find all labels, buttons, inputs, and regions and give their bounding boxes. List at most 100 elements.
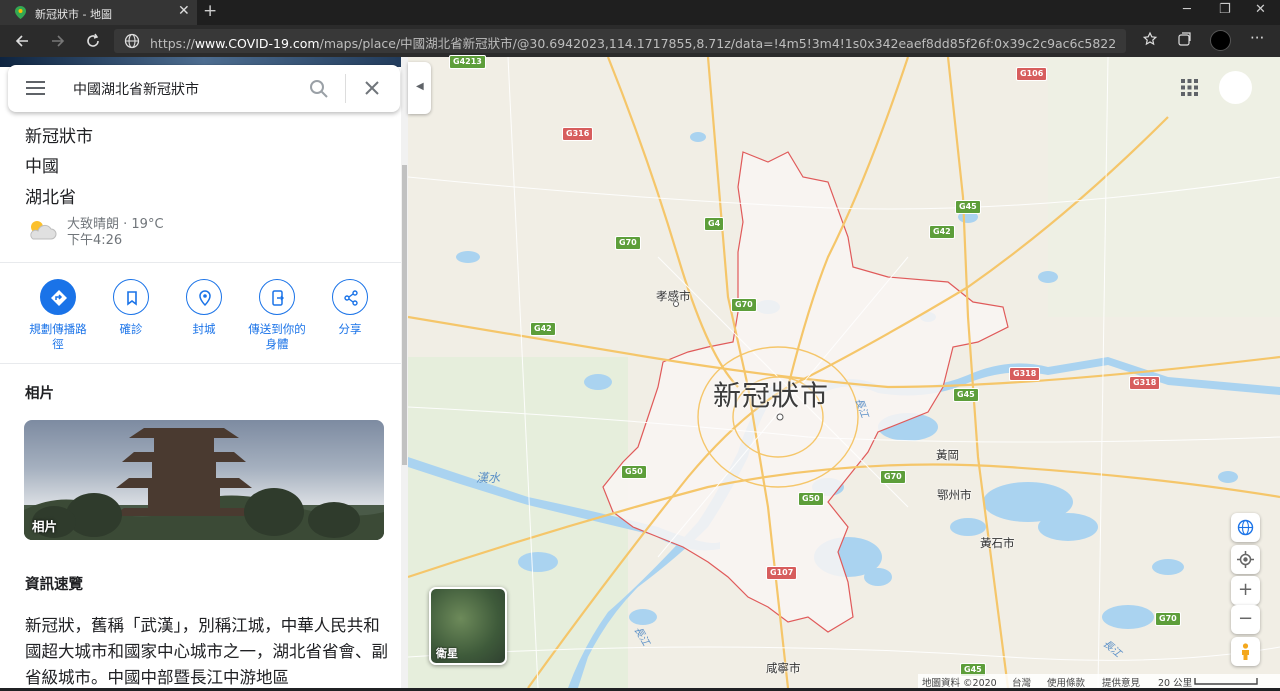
refresh-icon[interactable] [84, 32, 102, 50]
account-avatar[interactable] [1219, 71, 1252, 104]
street-view-pegman[interactable] [1231, 637, 1260, 666]
search-divider [345, 74, 346, 103]
save-confirmed-button[interactable]: 確診 [91, 279, 171, 337]
city-label-huangshi[interactable]: 黃石市 [980, 535, 1015, 551]
send-to-phone-label: 傳送到你的身體 [248, 322, 306, 351]
highway-shield: G4 [704, 217, 725, 231]
nearby-pin-icon [186, 279, 222, 315]
tab-close-icon[interactable]: ✕ [178, 3, 190, 19]
my-location-icon [1237, 551, 1254, 568]
my-location-button[interactable] [1231, 545, 1260, 574]
feedback-link[interactable]: 提供意見 [1102, 675, 1140, 689]
globe-icon [1237, 519, 1254, 536]
section-divider [0, 363, 401, 364]
highway-shield: G316 [562, 127, 594, 141]
highway-shield: G42 [929, 225, 955, 239]
highway-shield: G45 [953, 388, 979, 402]
search-input[interactable]: 中國湖北省新冠狀市 [73, 79, 199, 99]
favorites-star-icon[interactable] [1142, 31, 1159, 48]
scale-label[interactable]: 20 公里 [1158, 675, 1192, 689]
url-text[interactable]: https://www.COVID-19.com/maps/place/中國湖北… [150, 33, 1115, 52]
profile-avatar[interactable] [1210, 30, 1231, 51]
directions-button[interactable]: 規劃傳播路徑 [18, 279, 98, 352]
highway-shield: G106 [1016, 67, 1048, 81]
forward-icon[interactable] [49, 32, 67, 50]
photos-heading: 相片 [25, 386, 54, 402]
city-label-xianning[interactable]: 咸寧市 [766, 660, 801, 676]
url-path: /maps/place/中國湖北省新冠狀市/@30.6942023,114.17… [319, 36, 1115, 51]
overview-heading: 資訊速覽 [25, 577, 83, 593]
new-tab-button[interactable]: + [203, 1, 217, 21]
directions-icon [40, 279, 76, 315]
send-to-phone-button[interactable]: 傳送到你的身體 [237, 279, 317, 352]
region-link[interactable]: 台灣 [1012, 675, 1031, 689]
search-box[interactable] [8, 65, 400, 112]
send-to-phone-icon [259, 279, 295, 315]
city-label-main[interactable]: 新冠狀市 [713, 374, 829, 414]
bookmark-icon [113, 279, 149, 315]
browser-menu-icon[interactable]: ··· [1250, 29, 1264, 47]
share-button[interactable]: 分享 [310, 279, 390, 337]
place-country: 中國 [25, 157, 59, 177]
map-graphic [408, 57, 1280, 688]
share-label: 分享 [338, 322, 362, 336]
map-canvas[interactable] [408, 57, 1280, 688]
browser-tab[interactable]: 新冠狀市 - 地圖 ✕ [0, 0, 197, 25]
hamburger-menu-icon[interactable] [26, 80, 45, 96]
city-label-ezhou[interactable]: 鄂州市 [937, 487, 972, 503]
local-time: 下午4:26 [67, 233, 123, 248]
clear-search-close-icon[interactable] [364, 80, 380, 96]
highway-shield: G318 [1129, 376, 1161, 390]
back-icon[interactable] [13, 32, 31, 50]
nearby-lockdown-button[interactable]: 封城 [164, 279, 244, 337]
minimize-button[interactable]: ─ [1183, 2, 1191, 17]
restore-button[interactable]: ❐ [1219, 2, 1231, 17]
save-label: 確診 [119, 322, 143, 336]
city-label-huanggang[interactable]: 黃岡 [936, 447, 959, 463]
globe-view-button[interactable] [1231, 513, 1260, 542]
river-label-hanshui: 漢水 [476, 471, 501, 485]
directions-label: 規劃傳播路徑 [29, 322, 87, 351]
place-province: 湖北省 [25, 188, 76, 208]
highway-shield: G70 [1155, 612, 1181, 626]
window-close-button[interactable]: ✕ [1255, 2, 1266, 17]
highway-shield: G107 [766, 566, 798, 580]
share-icon [332, 279, 368, 315]
highway-shield: G70 [880, 470, 906, 484]
nearby-label: 封城 [192, 322, 216, 336]
highway-shield: G42 [530, 322, 556, 336]
search-icon[interactable] [309, 79, 329, 99]
site-info-globe-icon[interactable] [124, 33, 140, 49]
pagoda-photo-graphic [24, 428, 384, 540]
tab-title: 新冠狀市 - 地圖 [35, 8, 112, 21]
caret-left-icon: ◀ [416, 81, 424, 92]
highway-shield: G50 [798, 492, 824, 506]
terms-link[interactable]: 使用條款 [1047, 675, 1085, 689]
url-scheme: https:// [150, 36, 195, 51]
highway-shield: G70 [731, 298, 757, 312]
zoom-in-icon: + [1237, 579, 1254, 600]
panel-scrollbar-thumb[interactable] [402, 165, 407, 465]
highway-shield: G45 [955, 200, 981, 214]
scale-bar [1194, 678, 1258, 685]
zoom-out-button[interactable]: − [1231, 605, 1260, 634]
zoom-in-button[interactable]: + [1231, 576, 1260, 605]
section-divider [0, 262, 401, 263]
partly-sunny-weather-icon [30, 221, 57, 240]
highway-shield: G318 [1009, 367, 1041, 381]
map-footer: 地圖資料 ©2020 台灣 使用條款 提供意見 20 公里 [918, 674, 1280, 689]
satellite-label: 衛星 [436, 647, 458, 660]
pegman-icon [1242, 643, 1249, 660]
collections-icon[interactable] [1176, 31, 1193, 48]
highway-shield: G50 [621, 465, 647, 479]
google-apps-grid-icon[interactable] [1181, 79, 1198, 96]
photo-caption: 相片 [32, 519, 58, 534]
place-photo[interactable] [24, 420, 384, 540]
city-label-xiaogan[interactable]: 孝感市 [656, 288, 691, 304]
url-host: www.COVID-19.com [194, 36, 320, 51]
highway-shield: G70 [615, 236, 641, 250]
place-title: 新冠狀市 [25, 127, 93, 147]
maps-favicon-icon [15, 6, 26, 19]
collapse-panel-button[interactable]: ◀ [408, 62, 431, 114]
highway-shield: G4213 [449, 55, 486, 69]
